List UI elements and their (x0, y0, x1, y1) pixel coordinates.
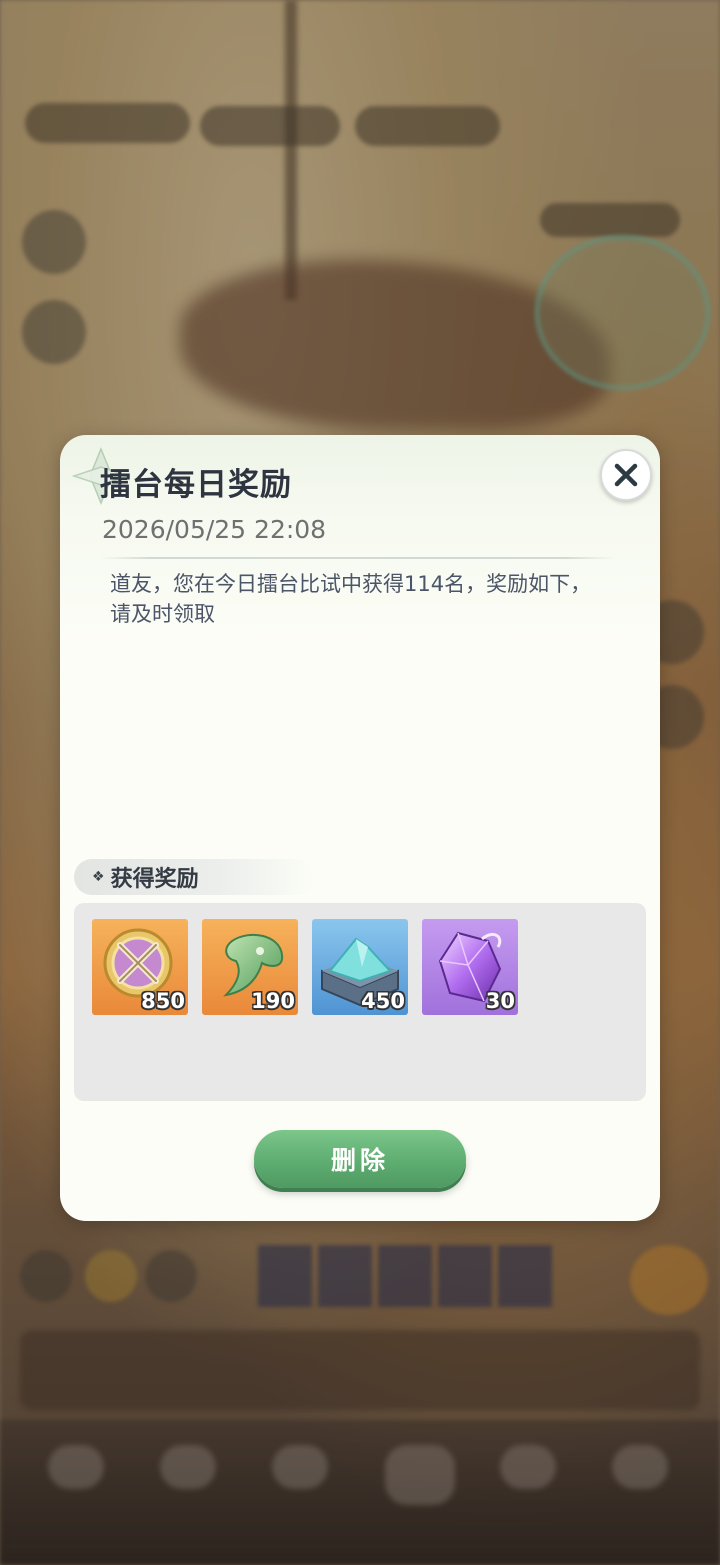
rewards-list: 850 190 450 30 (74, 903, 646, 1101)
reward-quantity: 190 (251, 989, 295, 1013)
reward-quantity: 450 (361, 989, 405, 1013)
reward-item[interactable]: 30 (422, 919, 518, 1015)
dialog-title: 擂台每日奖励 (100, 467, 292, 503)
mail-message: 道友，您在今日擂台比试中获得114名，奖励如下，请及时领取 (110, 572, 592, 626)
reward-quantity: 850 (141, 989, 185, 1013)
reward-item[interactable]: 190 (202, 919, 298, 1015)
reward-item[interactable]: 850 (92, 919, 188, 1015)
mail-date: 2026/05/25 22:08 (102, 515, 327, 544)
divider (100, 557, 616, 559)
mail-dialog: 擂台每日奖励 2026/05/25 22:08 道友，您在今日擂台比试中获得11… (60, 435, 660, 1221)
close-button[interactable] (600, 449, 652, 501)
rewards-header: ❖ 获得奖励 (74, 859, 314, 895)
reward-item[interactable]: 450 (312, 919, 408, 1015)
close-icon (614, 463, 638, 487)
rewards-header-label: 获得奖励 (110, 867, 199, 892)
delete-button[interactable]: 删除 (254, 1130, 466, 1188)
diamond-sparkle-icon: ❖ (92, 869, 105, 885)
reward-quantity: 30 (485, 989, 515, 1013)
